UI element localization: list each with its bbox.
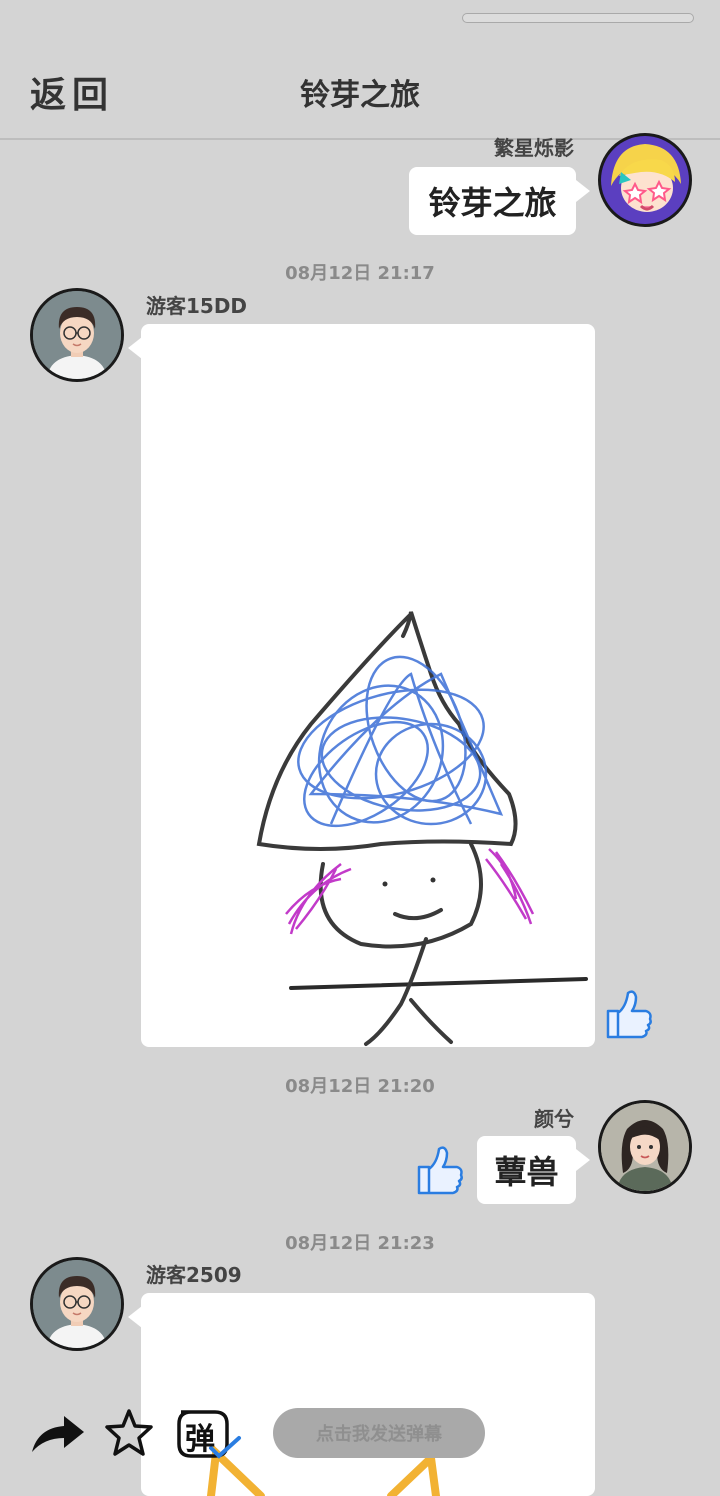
message-bubble[interactable]: 蕈兽 <box>477 1136 576 1204</box>
message-bubble[interactable]: 铃芽之旅 <box>409 167 576 235</box>
timestamp: 08月12日 21:17 <box>285 263 435 284</box>
image-message[interactable] <box>141 324 595 1047</box>
bubble-tail <box>128 337 142 359</box>
drawing-image <box>207 1444 440 1496</box>
image-message[interactable] <box>141 1293 595 1496</box>
top-bar: 返回 铃芽之旅 <box>0 0 720 140</box>
bubble-tail <box>128 1306 142 1328</box>
like-thumb-icon[interactable] <box>415 1143 465 1201</box>
boy-avatar-icon <box>33 1260 121 1348</box>
drawing-image <box>256 611 588 1046</box>
sender-name: 游客2509 <box>146 1263 242 1287</box>
bubble-tail <box>576 180 590 202</box>
anime-girl-avatar-icon <box>601 136 689 224</box>
sender-name: 繁星烁影 <box>494 136 574 160</box>
page-title: 铃芽之旅 <box>300 78 420 113</box>
avatar[interactable] <box>30 1257 124 1351</box>
like-thumb-icon[interactable] <box>604 987 654 1045</box>
girl-avatar-icon <box>601 1103 689 1191</box>
timestamp: 08月12日 21:20 <box>285 1076 435 1097</box>
share-arrow-icon[interactable] <box>30 1412 86 1458</box>
bubble-tail <box>576 1149 590 1171</box>
avatar[interactable] <box>598 133 692 227</box>
avatar[interactable] <box>598 1100 692 1194</box>
avatar[interactable] <box>30 288 124 382</box>
boy-avatar-icon <box>33 291 121 379</box>
danmu-input[interactable]: 点击我发送弹幕 <box>273 1408 485 1458</box>
sender-name: 颜兮 <box>534 1107 574 1131</box>
danmu-toggle-icon[interactable]: 弹 <box>175 1408 243 1460</box>
star-icon[interactable] <box>104 1408 154 1462</box>
danmu-glyph: 弹 <box>185 1422 215 1457</box>
sender-name: 游客15DD <box>146 294 248 318</box>
timestamp: 08月12日 21:23 <box>285 1233 435 1254</box>
